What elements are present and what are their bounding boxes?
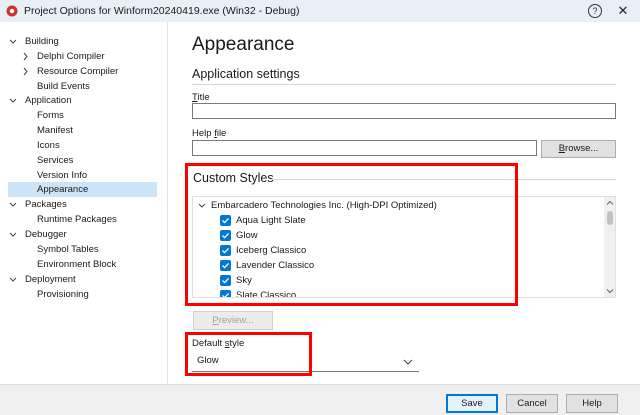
browse-button[interactable]: Browse... xyxy=(541,140,616,158)
scrollbar-thumb[interactable] xyxy=(607,211,613,225)
tree-item-delphi-compiler[interactable]: Delphi Compiler xyxy=(0,49,167,64)
vertical-scrollbar[interactable] xyxy=(604,197,615,297)
options-tree[interactable]: Building Delphi Compiler Resource Compil… xyxy=(0,22,168,384)
chevron-down-icon[interactable] xyxy=(8,227,18,242)
title-label: Title xyxy=(192,92,210,103)
help-button[interactable]: Help xyxy=(566,394,618,413)
delphi-app-icon xyxy=(6,5,18,17)
tree-item-deployment[interactable]: Deployment xyxy=(0,272,167,287)
annotation-highlight-custom-styles xyxy=(185,163,518,306)
tree-item-services[interactable]: Services xyxy=(0,153,167,168)
tree-item-provisioning[interactable]: Provisioning xyxy=(0,287,167,302)
page-title: Appearance xyxy=(192,34,295,55)
tree-item-manifest[interactable]: Manifest xyxy=(0,123,167,138)
section-divider xyxy=(192,84,616,85)
tree-item-environment-block[interactable]: Environment Block xyxy=(0,257,167,272)
tree-item-packages[interactable]: Packages xyxy=(0,197,167,212)
tree-item-appearance[interactable]: Appearance xyxy=(8,182,157,197)
tree-item-version-info[interactable]: Version Info xyxy=(0,168,167,183)
annotation-highlight-default-style xyxy=(185,332,312,376)
cancel-button[interactable]: Cancel xyxy=(506,394,558,413)
scroll-up-icon[interactable] xyxy=(606,199,614,207)
help-file-input[interactable] xyxy=(192,140,537,156)
tree-item-forms[interactable]: Forms xyxy=(0,108,167,123)
title-input[interactable] xyxy=(192,103,616,119)
tree-item-resource-compiler[interactable]: Resource Compiler xyxy=(0,64,167,79)
title-bar: Project Options for Winform20240419.exe … xyxy=(0,0,640,22)
chevron-down-icon[interactable] xyxy=(8,197,18,212)
help-file-label: Help file xyxy=(192,128,227,139)
chevron-right-icon[interactable] xyxy=(20,49,30,64)
tree-item-build-events[interactable]: Build Events xyxy=(0,79,167,94)
chevron-down-icon[interactable] xyxy=(8,272,18,287)
tree-item-building[interactable]: Building xyxy=(0,34,167,49)
window-title: Project Options for Winform20240419.exe … xyxy=(24,5,300,17)
chevron-down-icon[interactable] xyxy=(8,34,18,49)
chevron-down-icon[interactable] xyxy=(403,358,413,366)
application-settings-heading: Application settings xyxy=(192,67,300,81)
tree-item-symbol-tables[interactable]: Symbol Tables xyxy=(0,242,167,257)
close-icon[interactable]: ✕ xyxy=(610,2,636,20)
tree-item-runtime-packages[interactable]: Runtime Packages xyxy=(0,212,167,227)
scroll-down-icon[interactable] xyxy=(606,287,614,295)
save-button[interactable]: Save xyxy=(446,394,498,413)
help-icon[interactable]: ? xyxy=(588,4,602,18)
tree-item-application[interactable]: Application xyxy=(0,93,167,108)
tree-item-debugger[interactable]: Debugger xyxy=(0,227,167,242)
chevron-down-icon[interactable] xyxy=(8,93,18,108)
tree-item-icons[interactable]: Icons xyxy=(0,138,167,153)
dialog-button-bar: Save Cancel Help xyxy=(0,384,640,415)
preview-button[interactable]: Preview... xyxy=(193,311,273,330)
chevron-right-icon[interactable] xyxy=(20,64,30,79)
